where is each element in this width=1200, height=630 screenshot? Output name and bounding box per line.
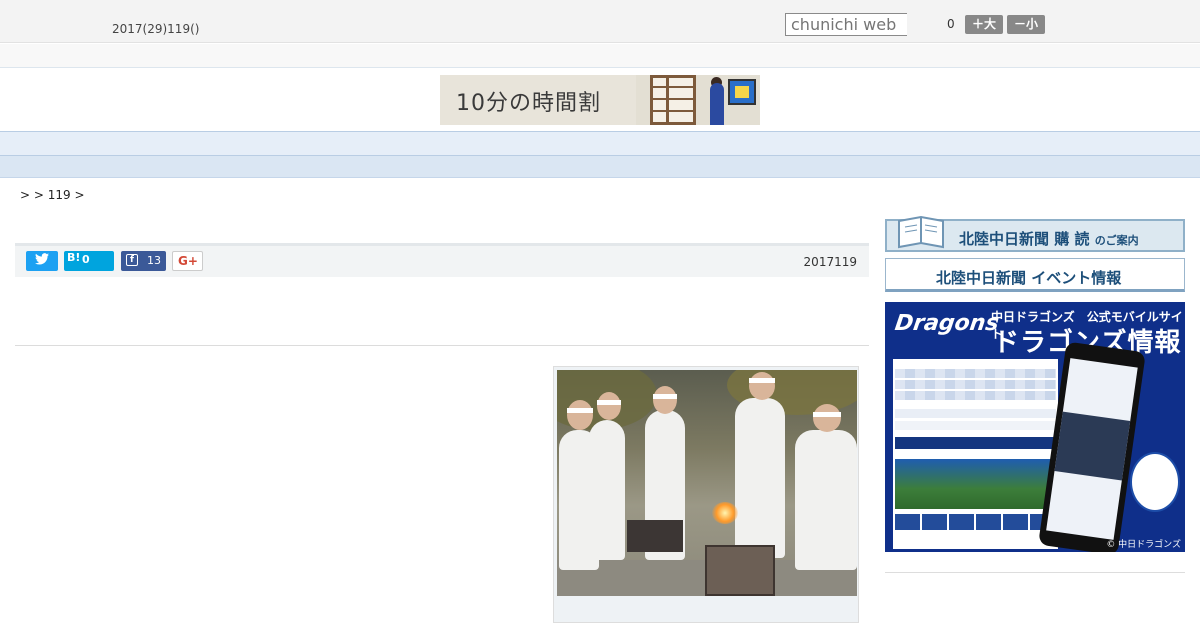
google-plus-icon: G+ xyxy=(178,254,198,268)
facebook-count: 13 xyxy=(147,254,161,267)
font-size-indicator: 0 xyxy=(947,17,955,31)
dragons-logo: Dragons xyxy=(893,311,1001,336)
breadcrumb[interactable]: > > 119 > xyxy=(20,188,85,202)
top-header: 2017(29)119() 0 ＋大 －小 xyxy=(0,0,1200,43)
promo-banner[interactable]: 10分の時間割 xyxy=(440,75,760,125)
sidebar-divider xyxy=(885,572,1185,573)
article-photo[interactable] xyxy=(557,370,857,596)
newspaper-icon xyxy=(895,213,947,249)
facebook-share-button[interactable]: f 13 xyxy=(121,251,166,271)
subscription-text: 北陸中日新聞 購 読 のご案内 xyxy=(959,230,1139,248)
banner-image xyxy=(636,75,760,125)
events-banner[interactable]: 北陸中日新聞 イベント情報 xyxy=(885,258,1185,292)
header-date: 2017(29)119() xyxy=(112,22,200,36)
ad-copyright: © 中日ドラゴンズ xyxy=(1106,540,1181,550)
dragons-ad[interactable]: Dragons 中日ドラゴンズ 公式モバイルサイト ドラゴンズ情報 © 中日ドラ… xyxy=(885,302,1185,552)
facebook-icon: f xyxy=(126,254,138,266)
article-date: 2017119 xyxy=(803,255,857,269)
events-text: 北陸中日新聞 イベント情報 xyxy=(936,269,1122,287)
sub-nav xyxy=(0,156,1200,178)
font-bigger-button[interactable]: ＋大 xyxy=(965,15,1003,34)
twitter-icon xyxy=(35,253,49,269)
share-bar: B! 0 f 13 G+ 2017119 xyxy=(15,243,869,277)
subscription-banner[interactable]: 北陸中日新聞 購 読 のご案内 xyxy=(885,215,1185,252)
ad-scoreboard-image xyxy=(893,359,1058,549)
twitter-share-button[interactable] xyxy=(26,251,58,271)
main-nav xyxy=(0,131,1200,156)
content-divider xyxy=(15,345,869,346)
sub-header-bar xyxy=(0,44,1200,68)
google-plus-share-button[interactable]: G+ xyxy=(172,251,203,271)
banner-text: 10分の時間割 xyxy=(456,91,601,116)
search-input[interactable] xyxy=(785,13,907,36)
hatena-count: 0 xyxy=(82,253,90,266)
article-photo-frame xyxy=(553,366,859,623)
hatena-icon: B! xyxy=(67,251,81,264)
hatena-bookmark-button[interactable]: B! 0 xyxy=(64,251,114,271)
mascot-image xyxy=(1130,452,1180,512)
font-smaller-button[interactable]: －小 xyxy=(1007,15,1045,34)
